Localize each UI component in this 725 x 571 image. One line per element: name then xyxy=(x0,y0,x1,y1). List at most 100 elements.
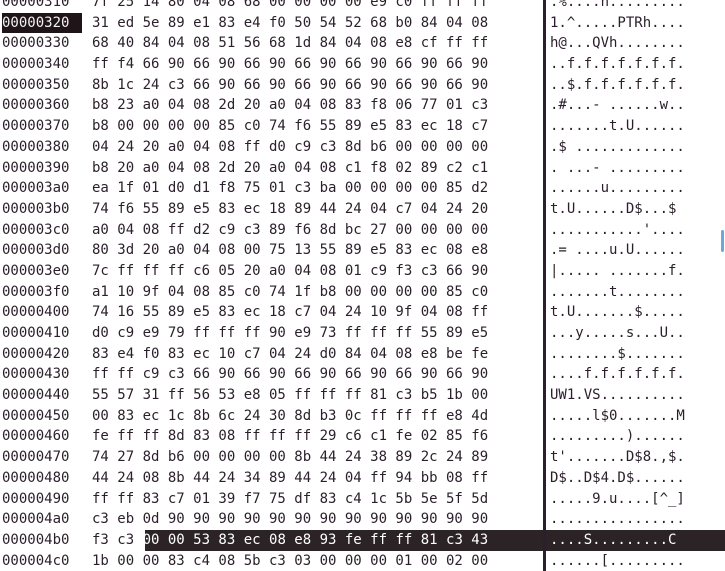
column-separator xyxy=(543,178,546,199)
hex-bytes[interactable]: 55 57 31 ff 56 53 e8 05 ff ff ff 81 c3 b… xyxy=(92,385,540,406)
hex-bytes[interactable]: fe ff ff 8d 83 08 ff ff ff 29 c6 c1 fe 0… xyxy=(92,426,540,447)
ascii-text[interactable]: ........$....... xyxy=(550,344,702,365)
hex-row[interactable]: 00000470 74 27 8d b6 00 00 00 00 8b 44 24… xyxy=(0,447,725,468)
hex-row[interactable]: 000003b0 74 f6 55 89 e5 83 ec 18 89 44 24… xyxy=(0,198,725,220)
hex-bytes[interactable]: ff ff c9 c3 66 90 66 90 66 90 66 90 66 9… xyxy=(92,364,540,385)
ascii-text[interactable]: .= ....u.U...... xyxy=(550,240,702,261)
hex-row[interactable]: 00000330 68 40 84 04 08 51 56 68 1d 84 04… xyxy=(0,33,725,55)
column-separator xyxy=(543,12,546,34)
hex-bytes[interactable]: 04 24 20 a0 04 08 ff d0 c9 c3 8d b6 00 0… xyxy=(92,137,540,158)
ascii-text[interactable]: ................ xyxy=(550,509,702,530)
column-separator xyxy=(543,0,546,13)
hex-row[interactable]: 00000490 ff ff 83 c7 01 39 f7 75 df 83 c4… xyxy=(0,488,725,510)
ascii-text[interactable]: .....9.u....[^_] xyxy=(550,489,702,510)
ascii-text[interactable]: . ...- ......... xyxy=(550,158,702,179)
hex-bytes[interactable]: b8 20 a0 04 08 2d 20 a0 04 08 c1 f8 02 8… xyxy=(92,158,540,179)
hex-row[interactable]: 00000340 ff f4 66 90 66 90 66 90 66 90 66… xyxy=(0,54,725,75)
ascii-text-selected[interactable]: .. xyxy=(550,532,567,548)
hex-row[interactable]: 00000400 74 16 55 89 e5 83 ec 18 c7 04 24… xyxy=(0,302,725,323)
hex-row[interactable]: 00000320 31 ed 5e 89 e1 83 e4 f0 50 54 52… xyxy=(0,12,725,34)
ascii-text[interactable]: t.U.......$..... xyxy=(550,302,702,323)
ascii-text[interactable]: |..... .......f. xyxy=(550,261,702,282)
hex-bytes[interactable]: 7c ff ff ff c6 05 20 a0 04 08 01 c9 f3 c… xyxy=(92,261,540,282)
ascii-text[interactable]: t'.......D$8.,$. xyxy=(550,447,702,468)
hex-bytes[interactable]: ff f4 66 90 66 90 66 90 66 90 66 90 66 9… xyxy=(92,54,540,75)
ascii-text[interactable]: UW1.VS.......... xyxy=(550,385,702,406)
hex-row[interactable]: 00000370 b8 00 00 00 00 85 c0 74 f6 55 89… xyxy=(0,116,725,137)
ascii-text[interactable]: ....f.f.f.f.f.f. xyxy=(550,364,702,385)
hex-row[interactable]: 00000390 b8 20 a0 04 08 2d 20 a0 04 08 c1… xyxy=(0,157,725,179)
hex-bytes[interactable]: 83 e4 f0 83 ec 10 c7 04 24 d0 84 04 08 e… xyxy=(92,344,540,365)
row-offset: 00000400 xyxy=(2,304,70,321)
hex-dump-view[interactable]: 00000310 7f 25 14 80 04 08 68 00 00 00 00… xyxy=(0,0,725,571)
hex-row[interactable]: 00000410 d0 c9 e9 79 ff ff ff 90 e9 73 ff… xyxy=(0,323,725,344)
ascii-text-selected[interactable]: ..S.........C xyxy=(567,532,677,548)
hex-row[interactable]: 00000480 44 24 08 8b 44 24 34 89 44 24 04… xyxy=(0,467,725,489)
ascii-text[interactable]: .#...- ......w.. xyxy=(550,95,702,116)
hex-bytes[interactable]: 74 f6 55 89 e5 83 ec 18 89 44 24 04 c7 0… xyxy=(92,199,540,220)
hex-row[interactable]: 00000360 b8 23 a0 04 08 2d 20 a0 04 08 83… xyxy=(0,95,725,117)
hex-bytes[interactable]: b8 00 00 00 00 85 c0 74 f6 55 89 e5 83 e… xyxy=(92,116,540,137)
ascii-text[interactable]: ......u......... xyxy=(550,178,702,199)
hex-bytes[interactable]: ea 1f 01 d0 d1 f8 75 01 c3 ba 00 00 00 0… xyxy=(92,178,540,199)
hex-bytes[interactable]: a0 04 08 ff d2 c9 c3 89 f6 8d bc 27 00 0… xyxy=(92,220,540,241)
hex-bytes[interactable]: a1 10 9f 04 08 85 c0 74 1f b8 00 00 00 0… xyxy=(92,282,540,303)
hex-bytes[interactable]: 44 24 08 8b 44 24 34 89 44 24 04 ff 94 b… xyxy=(92,468,540,489)
ascii-text[interactable]: ..f.f.f.f.f.f.f. xyxy=(550,54,702,75)
ascii-text[interactable]: .......t.U...... xyxy=(550,116,702,137)
hex-row[interactable]: 00000310 7f 25 14 80 04 08 68 00 00 00 00… xyxy=(0,0,725,13)
ascii-text[interactable]: .%....h......... xyxy=(550,0,702,13)
ascii-text[interactable]: t.U......D$...$ xyxy=(550,199,702,220)
hex-row[interactable]: 000004a0 c3 eb 0d 90 90 90 90 90 90 90 90… xyxy=(0,509,725,530)
hex-bytes[interactable]: 1b 00 00 83 c4 08 5b c3 03 00 00 00 01 0… xyxy=(92,551,540,571)
hex-row[interactable]: 000003e0 7c ff ff ff c6 05 20 a0 04 08 01… xyxy=(0,260,725,282)
hex-bytes-selected[interactable]: 00 00 53 83 ec 08 e8 93 fe ff ff 81 c3 4… xyxy=(143,532,489,548)
hex-bytes[interactable]: 74 16 55 89 e5 83 ec 18 c7 04 24 10 9f 0… xyxy=(92,302,540,323)
hex-bytes-unselected[interactable]: f3 c3 xyxy=(92,532,143,548)
hex-row[interactable]: 00000450 00 83 ec 1c 8b 6c 24 30 8d b3 0c… xyxy=(0,405,725,427)
hex-bytes[interactable]: c3 eb 0d 90 90 90 90 90 90 90 90 90 90 9… xyxy=(92,509,540,530)
ascii-text[interactable]: ...........'.... xyxy=(550,220,702,241)
hex-bytes[interactable]: 80 3d 20 a0 04 08 00 75 13 55 89 e5 83 e… xyxy=(92,240,540,261)
ascii-text[interactable]: ......[......... xyxy=(550,551,702,571)
hex-bytes[interactable]: b8 23 a0 04 08 2d 20 a0 04 08 83 f8 06 7… xyxy=(92,95,540,116)
hex-row[interactable]: 00000420 83 e4 f0 83 ec 10 c7 04 24 d0 84… xyxy=(0,343,725,365)
hex-bytes[interactable]: 68 40 84 04 08 51 56 68 1d 84 04 08 e8 c… xyxy=(92,33,540,54)
row-offset: 000003c0 xyxy=(2,221,70,238)
hex-row[interactable]: 000003c0 a0 04 08 ff d2 c9 c3 89 f6 8d bc… xyxy=(0,219,725,241)
hex-row[interactable]: 00000380 04 24 20 a0 04 08 ff d0 c9 c3 8d… xyxy=(0,136,725,158)
row-offset: 00000340 xyxy=(2,56,70,73)
hex-row[interactable]: 00000460 fe ff ff 8d 83 08 ff ff ff 29 c6… xyxy=(0,426,725,448)
ascii-text[interactable]: ...y.....s...U.. xyxy=(550,323,702,344)
hex-bytes[interactable]: 7f 25 14 80 04 08 68 00 00 00 00 e9 c0 f… xyxy=(92,0,540,13)
ascii-text[interactable]: 1.^.....PTRh.... xyxy=(550,13,702,34)
hex-row[interactable]: 000003a0 ea 1f 01 d0 d1 f8 75 01 c3 ba 00… xyxy=(0,178,725,199)
ascii-text[interactable]: h@...QVh........ xyxy=(550,33,702,54)
ascii-text[interactable]: .....l$0.......M xyxy=(550,406,702,427)
hex-row[interactable]: 00000440 55 57 31 ff 56 53 e8 05 ff ff ff… xyxy=(0,385,725,406)
ascii-text[interactable]: .$ ............. xyxy=(550,137,702,158)
hex-bytes[interactable]: 8b 1c 24 c3 66 90 66 90 66 90 66 90 66 9… xyxy=(92,75,540,96)
column-separator xyxy=(543,157,546,179)
ascii-text[interactable]: .......t........ xyxy=(550,282,702,303)
hex-row[interactable]: 00000430 ff ff c9 c3 66 90 66 90 66 90 66… xyxy=(0,364,725,386)
ascii-text[interactable]: D$..D$4.D$...... xyxy=(550,468,702,489)
hex-row[interactable]: 000003f0 a1 10 9f 04 08 85 c0 74 1f b8 00… xyxy=(0,281,725,303)
row-offset: 00000450 xyxy=(2,407,70,424)
hex-bytes[interactable]: 31 ed 5e 89 e1 83 e4 f0 50 54 52 68 b0 8… xyxy=(92,13,540,34)
hex-row[interactable]: 000004b0 f3 c3 00 00 53 83 ec 08 e8 93 fe… xyxy=(0,529,725,551)
ascii-text[interactable]: ....S.........C xyxy=(550,530,702,551)
hex-bytes[interactable]: 00 83 ec 1c 8b 6c 24 30 8d b3 0c ff ff f… xyxy=(92,406,540,427)
hex-bytes[interactable]: f3 c3 00 00 53 83 ec 08 e8 93 fe ff ff 8… xyxy=(92,530,540,551)
ascii-text[interactable]: .........)...... xyxy=(550,426,702,447)
hex-row[interactable]: 00000350 8b 1c 24 c3 66 90 66 90 66 90 66… xyxy=(0,74,725,96)
row-offset: 00000420 xyxy=(2,345,70,362)
vertical-scrollbar[interactable] xyxy=(717,0,725,482)
hex-row[interactable]: 000003d0 80 3d 20 a0 04 08 00 75 13 55 89… xyxy=(0,240,725,261)
hex-row[interactable]: 000004c0 1b 00 00 83 c4 08 5b c3 03 00 00… xyxy=(0,550,725,571)
hex-bytes[interactable]: d0 c9 e9 79 ff ff ff 90 e9 73 ff ff ff 5… xyxy=(92,323,540,344)
ascii-text[interactable]: ..$.f.f.f.f.f.f. xyxy=(550,75,702,96)
hex-bytes[interactable]: 74 27 8d b6 00 00 00 00 8b 44 24 38 89 2… xyxy=(92,447,540,468)
hex-bytes[interactable]: ff ff 83 c7 01 39 f7 75 df 83 c4 1c 5b 5… xyxy=(92,489,540,510)
scroll-thumb[interactable] xyxy=(721,230,724,252)
